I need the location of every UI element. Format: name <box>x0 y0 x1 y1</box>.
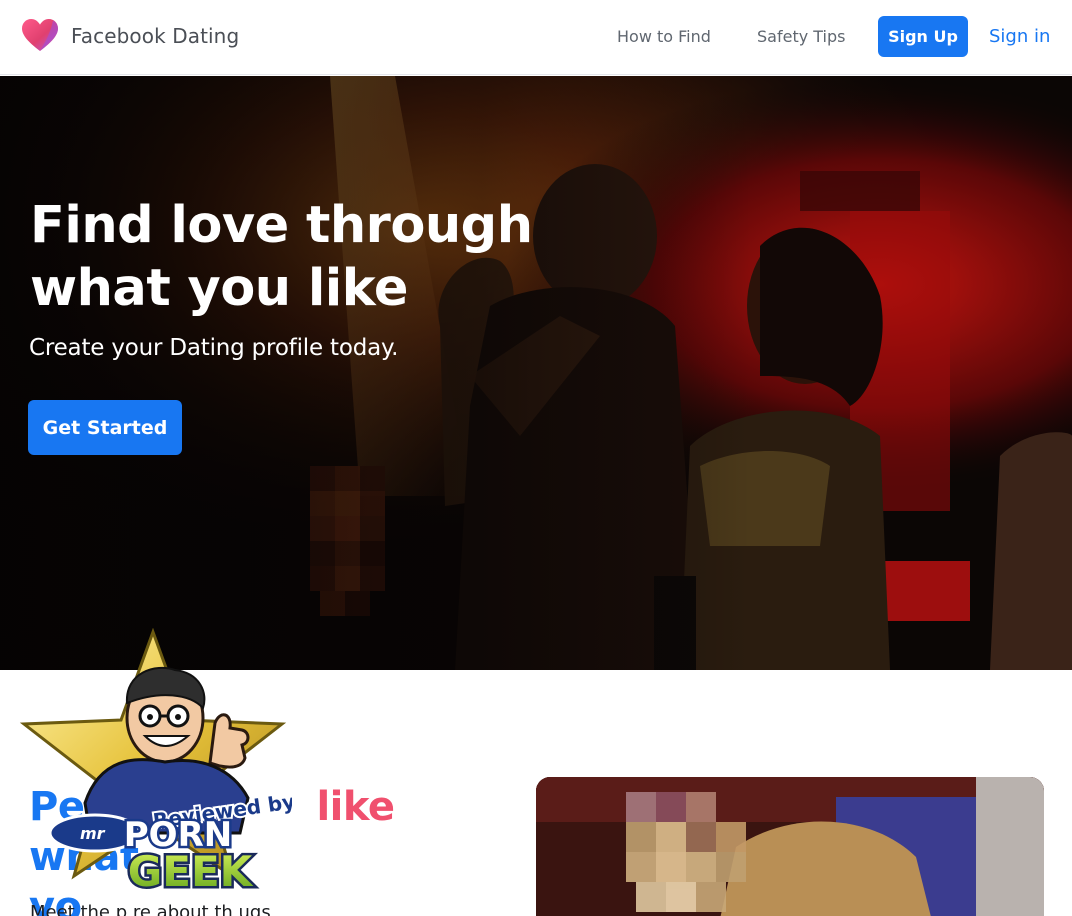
hero-section: Find love through what you like Create y… <box>0 76 1072 670</box>
nav-how-to-find[interactable]: How to Find <box>617 27 711 46</box>
badge-mr: mr <box>80 824 106 843</box>
hero-photo <box>0 76 1072 670</box>
site-header: Facebook Dating How to Find Safety Tips … <box>0 0 1072 75</box>
hero-title: Find love through what you like <box>30 194 550 320</box>
nav-safety-tips[interactable]: Safety Tips <box>757 27 845 46</box>
get-started-button[interactable]: Get Started <box>28 400 182 455</box>
hero-title-line-2: what you like <box>30 259 408 318</box>
hero-subtitle: Create your Dating profile today. <box>29 335 399 361</box>
feature-photo-image <box>536 777 1044 916</box>
feature-photo <box>536 777 1044 916</box>
badge-geek: GEEK <box>128 847 254 896</box>
hero-title-line-1: Find love through <box>30 196 533 255</box>
brand-name[interactable]: Facebook Dating <box>71 24 239 48</box>
sign-up-button[interactable]: Sign Up <box>878 16 968 57</box>
heart-icon[interactable] <box>22 19 58 52</box>
section-body-text: Meet the p re about th ugs <box>30 902 271 916</box>
heading-highlight: like <box>316 784 395 830</box>
sign-in-link[interactable]: Sign in <box>989 26 1050 47</box>
review-badge: Reviewed by mr PORN GEEK <box>19 628 292 899</box>
